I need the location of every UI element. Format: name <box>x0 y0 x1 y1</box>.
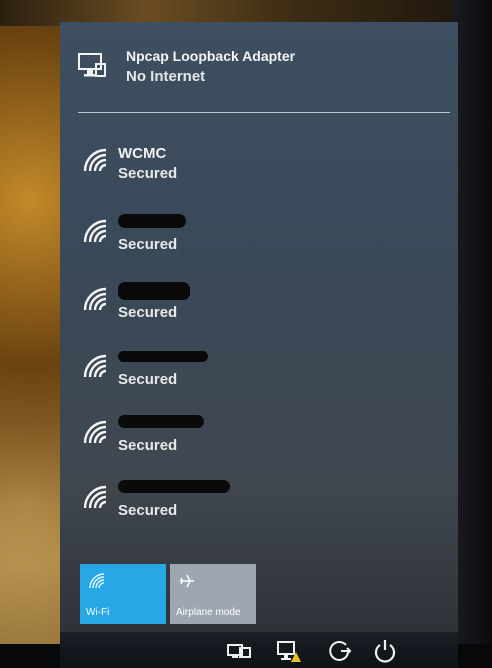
network-security: Secured <box>118 502 178 519</box>
network-security: Secured <box>118 165 178 182</box>
redacted-ssid <box>118 282 190 300</box>
wifi-secured-icon <box>83 485 107 509</box>
network-security: Secured <box>118 304 178 321</box>
wifi-secured-icon <box>83 420 107 444</box>
network-security: Secured <box>118 236 178 253</box>
display-icon[interactable] <box>226 638 252 664</box>
wifi-icon <box>89 573 105 589</box>
network-warning-icon[interactable] <box>276 638 302 664</box>
section-divider <box>78 112 450 113</box>
power-icon[interactable] <box>372 638 398 664</box>
network-flyout: Npcap Loopback Adapter No Internet WCMC … <box>60 22 458 632</box>
redacted-ssid <box>118 351 208 362</box>
ethernet-monitor-icon <box>78 53 106 77</box>
update-icon[interactable] <box>326 638 352 664</box>
network-item-3[interactable]: Secured <box>82 282 442 336</box>
airplane-mode-label: Airplane mode <box>176 607 241 618</box>
wifi-secured-icon <box>83 219 107 243</box>
wifi-secured-icon <box>83 354 107 378</box>
ethernet-name: Npcap Loopback Adapter <box>126 48 296 64</box>
network-item-6[interactable]: Secured <box>82 480 442 534</box>
taskbar <box>60 632 458 668</box>
monitor-bezel-right <box>452 0 492 668</box>
redacted-ssid <box>118 480 230 493</box>
network-item-5[interactable]: Secured <box>82 415 442 469</box>
airplane-icon <box>180 574 194 588</box>
network-security: Secured <box>118 371 178 388</box>
network-ssid: WCMC <box>118 145 167 162</box>
network-item-2[interactable]: Secured <box>82 214 442 268</box>
network-item-wcmc[interactable]: WCMC Secured <box>82 145 442 197</box>
wifi-secured-icon <box>83 287 107 311</box>
ethernet-connection[interactable]: Npcap Loopback Adapter No Internet <box>76 44 436 94</box>
network-security: Secured <box>118 437 178 454</box>
redacted-ssid <box>118 214 186 228</box>
redacted-ssid <box>118 415 204 428</box>
wifi-toggle-label: Wi-Fi <box>86 607 110 618</box>
wifi-toggle-button[interactable]: Wi-Fi <box>80 564 166 624</box>
network-item-4[interactable]: Secured <box>82 351 442 403</box>
airplane-mode-button[interactable]: Airplane mode <box>170 564 256 624</box>
ethernet-status: No Internet <box>126 68 206 85</box>
wifi-secured-icon <box>83 148 107 172</box>
